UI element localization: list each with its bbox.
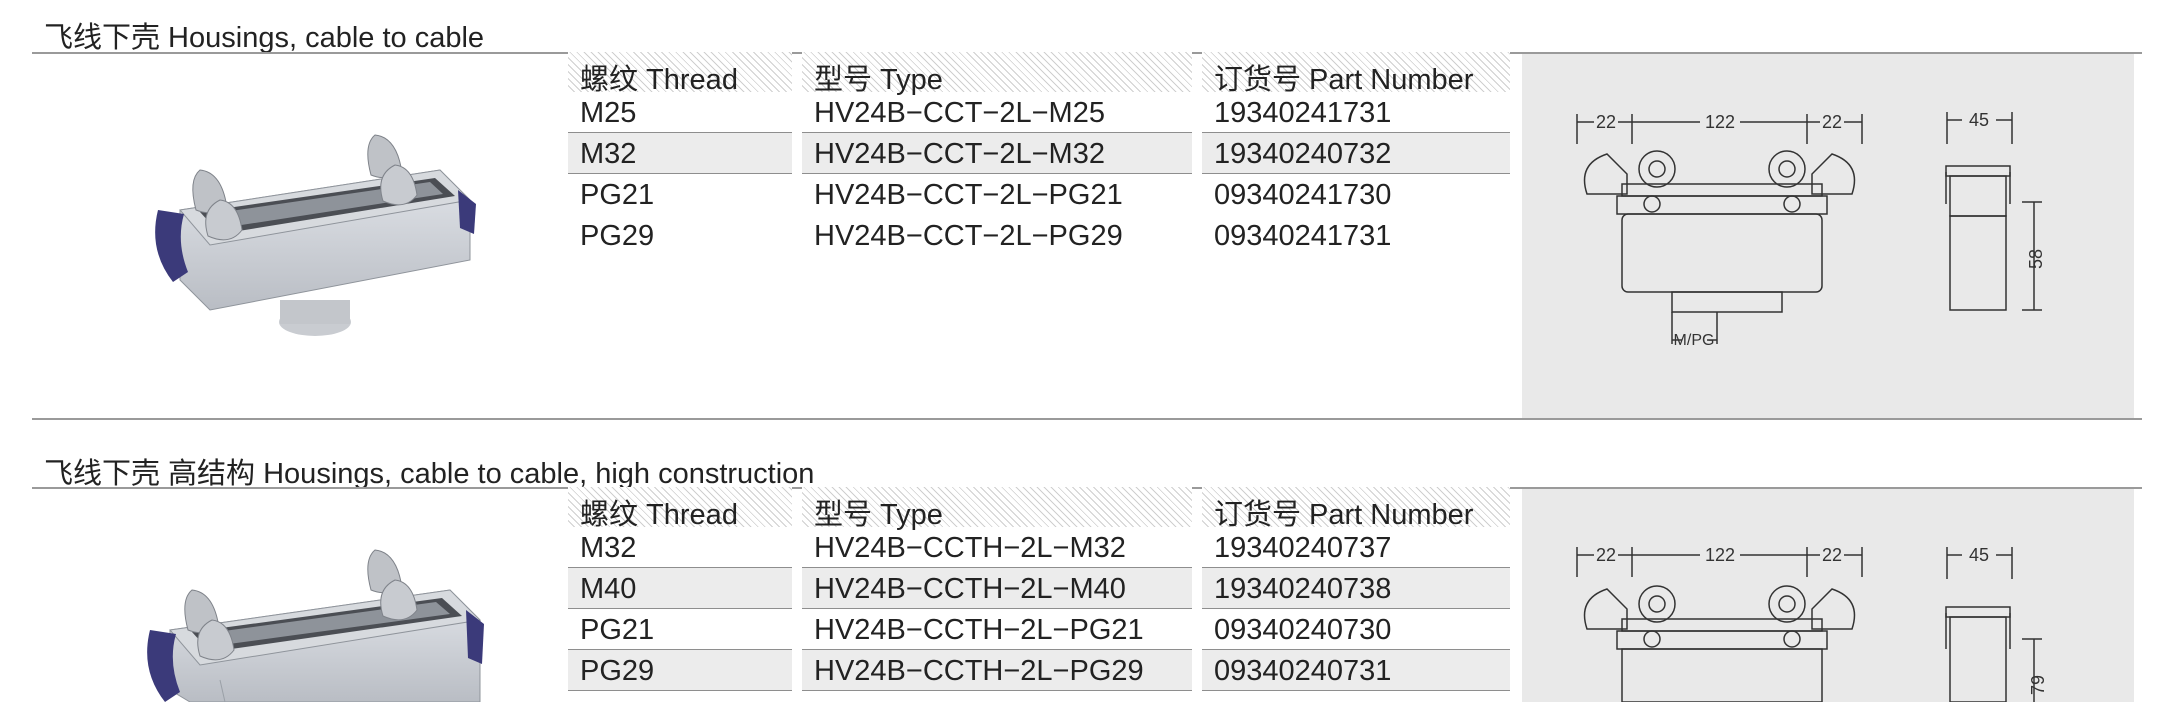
section-high-construction: 飞线下壳 高结构 Housings, cable to cable, high … <box>0 420 2182 703</box>
thread-cell: M25 <box>580 97 637 129</box>
housing-high-image <box>147 549 484 703</box>
technical-drawing: 22 122 22 45 79 <box>1576 545 2048 703</box>
table-row: PG29 HV24B−CCTH−2L−PG29 09340240731 <box>568 650 1510 690</box>
table-row: PG21 HV24B−CCTH−2L−PG21 09340240730 <box>568 609 1510 649</box>
header-part-number: 订货号 Part Number <box>1202 487 1510 531</box>
header-part-number: 订货号 Part Number <box>1202 52 1510 96</box>
dim-middle: 122 <box>1705 112 1735 132</box>
type-cell: HV24B−CCT−2L−M25 <box>814 97 1105 129</box>
thread-cell: M40 <box>580 573 637 605</box>
section-title: 飞线下壳 高结构 Housings, cable to cable, high … <box>44 458 815 490</box>
dim-left: 22 <box>1596 545 1616 565</box>
type-cell: HV24B−CCTH−2L−M40 <box>814 573 1126 605</box>
dim-right: 22 <box>1822 545 1842 565</box>
part-number-cell: 09340240730 <box>1214 614 1392 646</box>
parts-table: 螺纹 Thread 型号 Type 订货号 Part Number M25 HV… <box>568 52 1510 252</box>
table-row: M32 HV24B−CCT−2L−M32 19340240732 <box>568 133 1510 173</box>
dim-depth: 45 <box>1969 545 1989 565</box>
thread-cell: M32 <box>580 138 637 170</box>
type-cell: HV24B−CCTH−2L−M32 <box>814 532 1126 564</box>
thread-label: M/PG <box>1674 332 1715 349</box>
dim-middle: 122 <box>1705 545 1735 565</box>
thread-cell: M32 <box>580 532 637 564</box>
dim-depth: 45 <box>1969 110 1989 130</box>
part-number-cell: 19340241731 <box>1214 97 1392 129</box>
thread-cell: PG29 <box>580 220 655 252</box>
part-number-cell: 19340240737 <box>1214 532 1392 564</box>
dimension-drawing: 22 122 22 M/PG 45 58 <box>1522 54 2134 418</box>
table-row: M32 HV24B−CCTH−2L−M32 19340240737 <box>568 527 1510 567</box>
dim-height: 58 <box>2026 249 2046 269</box>
housing-image <box>155 134 476 336</box>
type-cell: HV24B−CCT−2L−PG21 <box>814 179 1123 211</box>
parts-table: 螺纹 Thread 型号 Type 订货号 Part Number M32 HV… <box>568 487 1510 702</box>
product-photo-housing-high <box>130 540 490 703</box>
table-row: PG21 HV24B−CCT−2L−PG21 09340241730 <box>568 174 1510 214</box>
part-number-cell: 19340240738 <box>1214 573 1392 605</box>
header-type: 型号 Type <box>802 52 1192 96</box>
header-thread: 螺纹 Thread <box>568 52 792 96</box>
type-cell: HV24B−CCT−2L−M32 <box>814 138 1105 170</box>
table-row: M40 HV24B−CCTH−2L−M40 19340240738 <box>568 568 1510 608</box>
type-cell: HV24B−CCT−2L−PG29 <box>814 220 1123 252</box>
dimension-drawing: 22 122 22 45 79 <box>1522 489 2134 703</box>
part-number-cell: 09340241730 <box>1214 179 1392 211</box>
technical-drawing: 22 122 22 M/PG 45 58 <box>1576 110 2046 349</box>
section-cable-to-cable: 飞线下壳 Housings, cable to cable 螺纹 Thread <box>0 0 2182 420</box>
thread-cell: PG29 <box>580 655 655 687</box>
part-number-cell: 09340241731 <box>1214 220 1392 252</box>
type-cell: HV24B−CCTH−2L−PG29 <box>814 655 1144 687</box>
dim-height: 79 <box>2028 675 2048 695</box>
table-row: M25 HV24B−CCT−2L−M25 19340241731 <box>568 92 1510 132</box>
part-number-cell: 19340240732 <box>1214 138 1392 170</box>
header-thread: 螺纹 Thread <box>568 487 792 531</box>
header-type: 型号 Type <box>802 487 1192 531</box>
part-number-cell: 09340240731 <box>1214 655 1392 687</box>
type-cell: HV24B−CCTH−2L−PG21 <box>814 614 1144 646</box>
dim-right: 22 <box>1822 112 1842 132</box>
thread-cell: PG21 <box>580 614 655 646</box>
table-row: PG29 HV24B−CCT−2L−PG29 09340241731 <box>568 215 1510 255</box>
product-photo-housing <box>140 130 480 350</box>
dim-left: 22 <box>1596 112 1616 132</box>
thread-cell: PG21 <box>580 179 655 211</box>
section-title: 飞线下壳 Housings, cable to cable <box>44 22 485 54</box>
